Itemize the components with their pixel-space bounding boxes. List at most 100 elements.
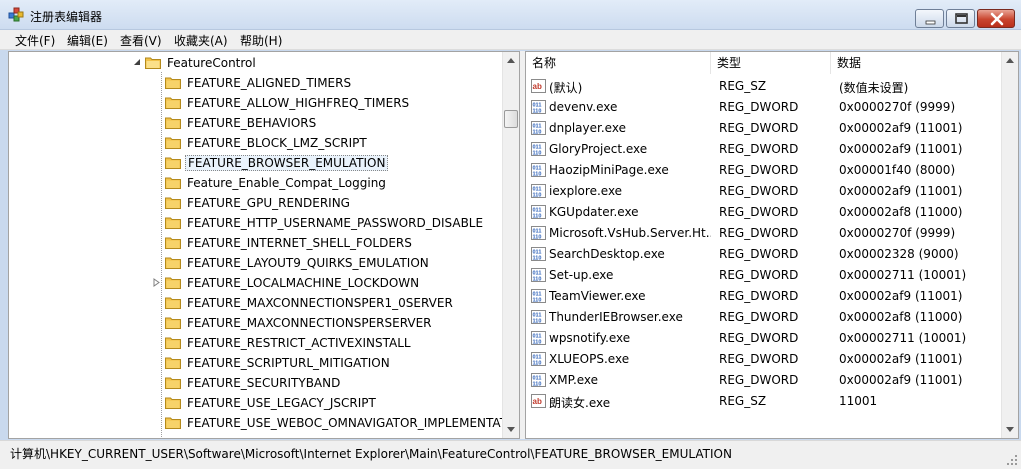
expand-arrow-icon[interactable] [153, 278, 161, 287]
tree-pane[interactable]: FeatureControl FEATURE_ALIGNED_TIMERS FEA… [8, 51, 520, 439]
value-data: 0x00001f40 (8000) [839, 163, 956, 177]
binary-value-icon: 011110 [531, 247, 546, 261]
list-item[interactable]: 011 110 TeamViewer.exe REG_DWORD 0x00002af9 … [526, 286, 1003, 307]
value-name: XMP.exe [549, 373, 599, 387]
folder-icon [165, 397, 181, 409]
list-item[interactable]: ab 朗读女.exe REG_SZ 11001 [526, 391, 1003, 412]
value-data: 0x00002af8 (11000) [839, 310, 963, 324]
value-type: REG_SZ [719, 79, 767, 93]
tree-vertical-scrollbar[interactable] [502, 52, 519, 438]
value-type: REG_DWORD [719, 310, 799, 324]
list-item[interactable]: 011 110 HaozipMiniPage.exe REG_DWORD 0x00001… [526, 160, 1003, 181]
list-item[interactable]: ab (默认) REG_SZ (数值未设置) [526, 76, 1003, 97]
list-vertical-scrollbar[interactable] [1001, 52, 1018, 438]
collapse-arrow-icon [134, 59, 140, 65]
tree-scroll-thumb[interactable] [504, 110, 518, 128]
tree-item-label: FEATURE_BEHAVIORS [187, 116, 317, 130]
list-item[interactable]: 011 110 wpsnotify.exe REG_DWORD 0x00002711 (… [526, 328, 1003, 349]
tree-item-label: FEATURE_RESTRICT_ACTIVEXINSTALL [187, 336, 411, 350]
value-data: 0x0000270f (9999) [839, 226, 956, 240]
folder-icon [165, 377, 181, 389]
binary-value-icon: 011110 [531, 352, 546, 366]
value-type: REG_DWORD [719, 163, 799, 177]
title-bar[interactable]: 注册表编辑器 [0, 0, 1021, 30]
tree-item-label: FEATURE_USE_LEGACY_JSCRIPT [187, 396, 376, 410]
binary-value-icon: 011110 [531, 268, 546, 282]
column-header-type[interactable]: 类型 [711, 52, 831, 74]
scroll-up-arrow-icon[interactable] [503, 52, 519, 69]
list-item[interactable]: 011 110 Set-up.exe REG_DWORD 0x00002711 (100… [526, 265, 1003, 286]
status-path: 计算机\HKEY_CURRENT_USER\Software\Microsoft… [10, 447, 732, 461]
menu-help[interactable]: 帮助(H) [240, 32, 282, 49]
value-name: iexplore.exe [549, 184, 623, 198]
list-item[interactable]: 011 110 XMP.exe REG_DWORD 0x00002af9 (11001) [526, 370, 1003, 391]
folder-icon [165, 297, 181, 309]
list-item[interactable]: 011 110 XLUEOPS.exe REG_DWORD 0x00002af9 (11… [526, 349, 1003, 370]
tree-item-label: FEATURE_ALIGNED_TIMERS [187, 76, 352, 90]
folder-icon [165, 257, 181, 269]
svg-text:110: 110 [533, 235, 542, 241]
list-item[interactable]: 011 110 GloryProject.exe REG_DWORD 0x00002af… [526, 139, 1003, 160]
menu-edit[interactable]: 编辑(E) [67, 32, 108, 49]
value-name: SearchDesktop.exe [549, 247, 665, 261]
value-name: ThunderIEBrowser.exe [549, 310, 683, 324]
tree-item-label: FEATURE_MAXCONNECTIONSPER1_0SERVER [187, 296, 453, 310]
svg-text:110: 110 [533, 130, 542, 136]
tree-item-label: FEATURE_HTTP_USERNAME_PASSWORD_DISABLE [187, 216, 484, 230]
svg-text:110: 110 [533, 193, 542, 199]
list-item[interactable]: 011 110 KGUpdater.exe REG_DWORD 0x00002af8 (… [526, 202, 1003, 223]
svg-text:110: 110 [533, 172, 542, 178]
column-header-name[interactable]: 名称 [526, 52, 711, 74]
binary-value-icon: 011110 [531, 226, 546, 240]
binary-value-icon: 011110 [531, 373, 546, 387]
svg-text:110: 110 [533, 256, 542, 262]
binary-value-icon: 011110 [531, 184, 546, 198]
folder-icon [165, 277, 181, 289]
folder-open-icon [145, 57, 161, 69]
binary-value-icon: 011110 [531, 205, 546, 219]
minimize-button[interactable] [915, 9, 944, 28]
scroll-down-arrow-icon[interactable] [503, 421, 519, 438]
tree-item-label: FEATURE_MAXCONNECTIONSPERSERVER [187, 316, 432, 330]
tree-item-label: FEATURE_ALLOW_HIGHFREQ_TIMERS [187, 96, 410, 110]
list-item[interactable]: 011 110 SearchDesktop.exe REG_DWORD 0x000023… [526, 244, 1003, 265]
value-data: 0x00002af9 (11001) [839, 121, 963, 135]
folder-icon [165, 97, 181, 109]
list-item[interactable]: 011 110 iexplore.exe REG_DWORD 0x00002af9 (1… [526, 181, 1003, 202]
value-name: Microsoft.VsHub.Server.Ht... [549, 226, 711, 240]
tree-item-label: FEATURE_BROWSER_EMULATION [185, 155, 389, 171]
binary-value-icon: 011110 [531, 121, 546, 135]
scroll-down-arrow-icon[interactable] [1002, 421, 1018, 438]
value-data: 11001 [839, 394, 878, 408]
menu-file[interactable]: 文件(F) [15, 32, 55, 49]
svg-text:110: 110 [533, 361, 542, 367]
minimize-icon [925, 20, 936, 25]
list-item[interactable]: 011 110 ThunderIEBrowser.exe REG_DWORD 0x000… [526, 307, 1003, 328]
list-item[interactable]: 011 110 dnplayer.exe REG_DWORD 0x00002af9 (1… [526, 118, 1003, 139]
binary-value-icon: 011110 [531, 100, 546, 114]
menu-view[interactable]: 查看(V) [120, 32, 162, 49]
value-name: (默认) [549, 81, 583, 95]
scroll-up-arrow-icon[interactable] [1002, 52, 1018, 69]
close-button[interactable] [977, 9, 1015, 28]
list-item[interactable]: 011 110 Microsoft.VsHub.Server.Ht... REG_DW… [526, 223, 1003, 244]
svg-text:110: 110 [533, 340, 542, 346]
list-item[interactable]: 011 110 devenv.exe REG_DWORD 0x0000270f (999… [526, 97, 1003, 118]
value-data: 0x00002af9 (11001) [839, 184, 963, 198]
column-header-data[interactable]: 数据 [831, 52, 1003, 74]
status-bar: 计算机\HKEY_CURRENT_USER\Software\Microsoft… [0, 440, 1021, 469]
menu-favorites[interactable]: 收藏夹(A) [174, 32, 228, 49]
value-name: HaozipMiniPage.exe [549, 163, 669, 177]
value-name: GloryProject.exe [549, 142, 648, 156]
value-name: wpsnotify.exe [549, 331, 631, 345]
value-name: TeamViewer.exe [549, 289, 646, 303]
tree-guide-line [161, 72, 162, 438]
resize-grip-icon[interactable] [1006, 454, 1018, 466]
value-name: dnplayer.exe [549, 121, 626, 135]
folder-icon [165, 417, 181, 429]
folder-icon [165, 137, 181, 149]
values-list-pane[interactable]: 名称 类型 数据 ab (默认) REG_SZ (数值未设置) 011 110 devenv… [525, 51, 1019, 439]
value-type: REG_DWORD [719, 352, 799, 366]
folder-icon [165, 77, 181, 89]
maximize-button[interactable] [946, 9, 975, 28]
